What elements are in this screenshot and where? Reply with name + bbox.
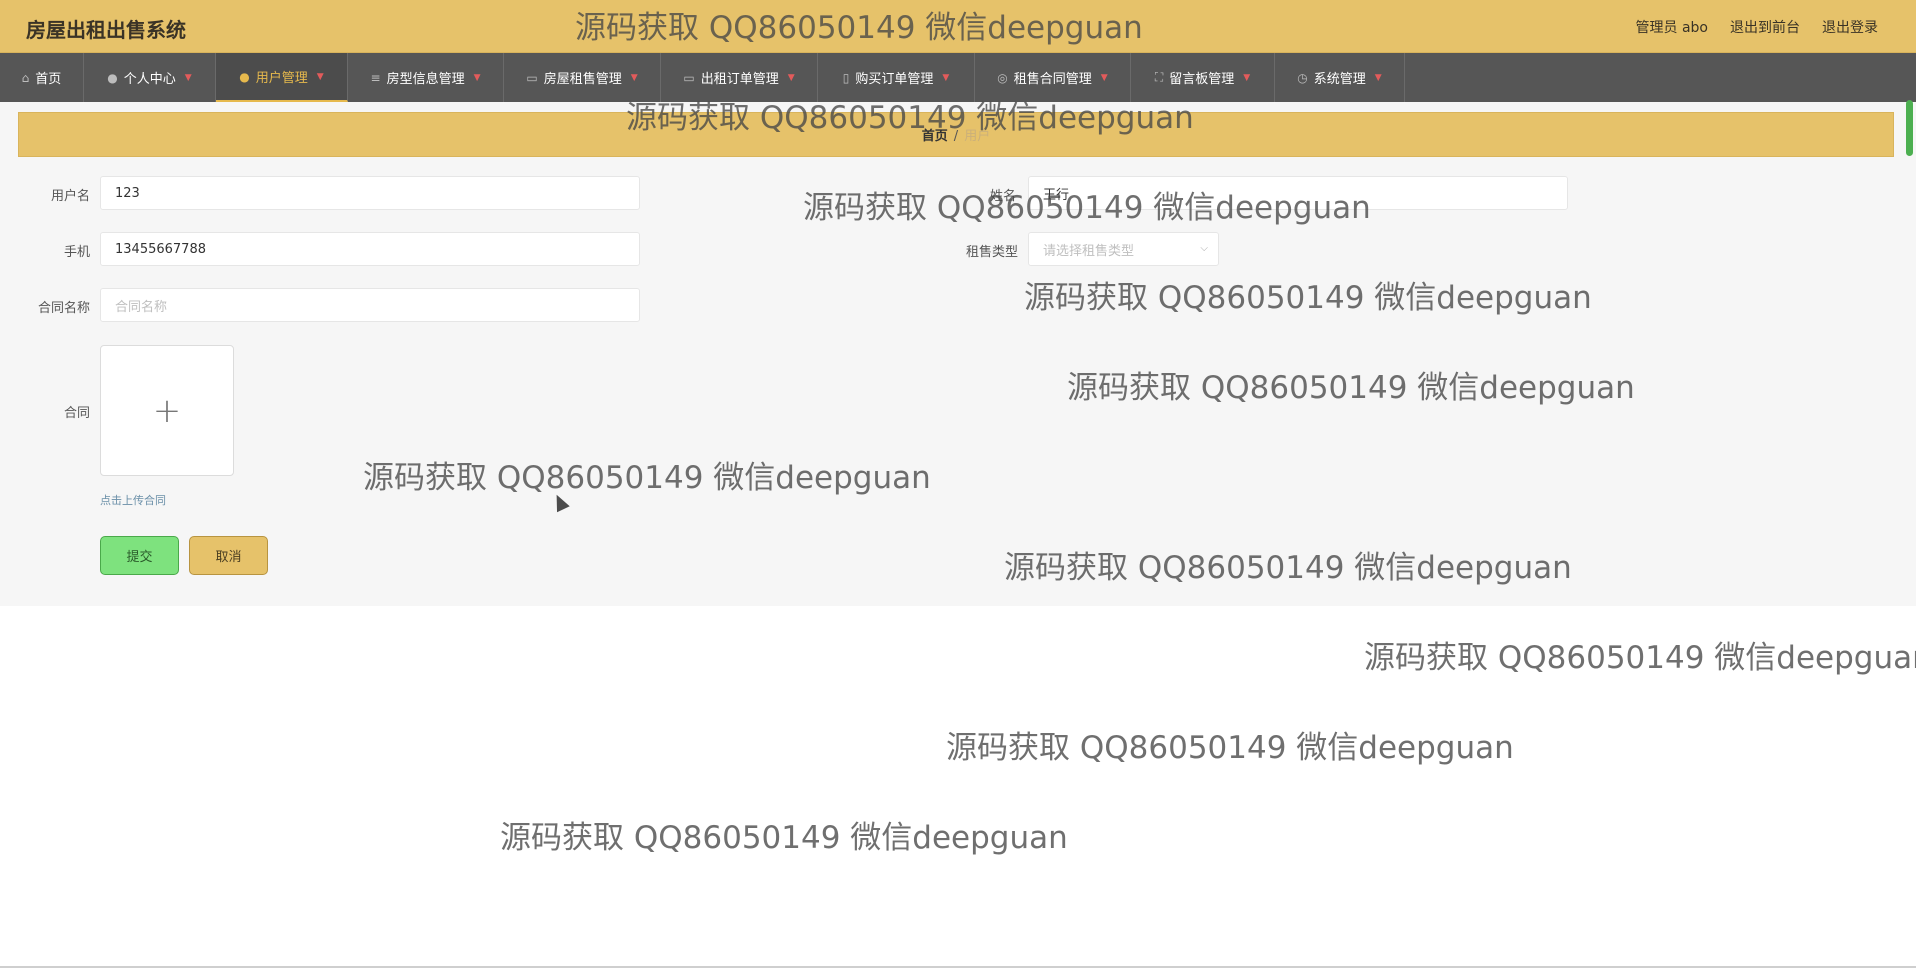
chevron-down-icon: ▼ <box>1243 72 1251 83</box>
chevron-down-icon: ▼ <box>1374 72 1382 83</box>
app-title: 房屋出租出售系统 <box>26 18 186 42</box>
user-icon: ● <box>239 69 250 84</box>
chevron-down-icon: ▼ <box>473 72 481 83</box>
chevron-down-icon: ▼ <box>787 72 795 83</box>
chevron-down-icon: ▼ <box>316 71 324 82</box>
nav-label: 房屋租售管理 <box>543 72 622 87</box>
nav-item-home[interactable]: ⌂ 首页 <box>0 53 84 102</box>
nav-label: 购买订单管理 <box>855 72 934 87</box>
fullscreen-icon: ⛶ <box>1154 70 1164 84</box>
name-input[interactable]: 王行 <box>1028 176 1568 210</box>
nav-item-contracts[interactable]: ◎ 租售合同管理 ▼ <box>975 53 1131 102</box>
name-label: 姓名 <box>989 189 1016 204</box>
rent-type-select[interactable]: 请选择租售类型 ⌵ <box>1028 232 1219 266</box>
top-header: 房屋出租出售系统 管理员 abo 退出到前台 退出登录 <box>0 0 1916 53</box>
home-icon: ⌂ <box>21 70 30 85</box>
scrollbar-thumb[interactable] <box>1906 100 1913 156</box>
chevron-down-icon: ▼ <box>942 72 950 83</box>
logout-link[interactable]: 退出登录 <box>1822 17 1878 37</box>
nav-label: 个人中心 <box>123 72 176 87</box>
nav-label: 出租订单管理 <box>700 72 779 87</box>
username-input[interactable]: 123 <box>100 176 640 210</box>
watermark: 源码获取 QQ86050149 微信deepguan <box>1364 640 1916 676</box>
main-nav: ⌂ 首页 ● 个人中心 ▼ ● 用户管理 ▼ ≡ 房型信息管理 ▼ ▭ 房屋租售… <box>0 53 1916 102</box>
rent-type-label: 租售类型 <box>965 245 1018 260</box>
nav-label: 用户管理 <box>255 71 308 86</box>
nav-label: 留言板管理 <box>1169 72 1235 87</box>
clock-icon: ◷ <box>1297 70 1308 85</box>
breadcrumb-separator: / <box>953 129 959 144</box>
nav-label: 租售合同管理 <box>1013 72 1092 87</box>
message-icon: ▭ <box>683 70 695 85</box>
chevron-down-icon: ▼ <box>1100 72 1108 83</box>
to-front-link[interactable]: 退出到前台 <box>1730 17 1800 37</box>
divider <box>0 966 1916 968</box>
contract-label: 合同 <box>63 406 90 421</box>
chevron-down-icon: ▼ <box>630 72 638 83</box>
nav-item-purchase-orders[interactable]: ▯ 购买订单管理 ▼ <box>818 53 975 102</box>
chevron-down-icon: ▼ <box>184 72 192 83</box>
nav-item-house-rent-sale[interactable]: ▭ 房屋租售管理 ▼ <box>504 53 661 102</box>
nav-item-rent-orders[interactable]: ▭ 出租订单管理 ▼ <box>661 53 818 102</box>
nav-item-message-board[interactable]: ⛶ 留言板管理 ▼ <box>1131 53 1275 102</box>
nav-label: 首页 <box>35 72 62 87</box>
breadcrumb: 首页 / 用户 <box>18 112 1894 157</box>
phone-label: 手机 <box>63 245 90 260</box>
list-icon: ≡ <box>370 70 381 85</box>
upload-tip: 点击上传合同 <box>100 494 166 507</box>
contract-name-input[interactable]: 合同名称 <box>100 288 640 322</box>
nav-label: 系统管理 <box>1313 72 1366 87</box>
nav-item-system[interactable]: ◷ 系统管理 ▼ <box>1275 53 1405 102</box>
compass-icon: ◎ <box>997 70 1008 85</box>
chevron-down-icon: ⌵ <box>1200 243 1208 254</box>
user-icon: ● <box>107 70 118 85</box>
rent-type-placeholder: 请选择租售类型 <box>1043 243 1135 259</box>
breadcrumb-current: 用户 <box>964 129 991 144</box>
username-label: 用户名 <box>50 189 90 204</box>
contract-upload[interactable]: + <box>100 345 234 476</box>
nav-item-user-management[interactable]: ● 用户管理 ▼ <box>216 53 348 102</box>
admin-label: 管理员 abo <box>1635 20 1708 36</box>
contract-name-label: 合同名称 <box>37 301 90 316</box>
mic-icon: ▯ <box>842 70 850 85</box>
phone-input[interactable]: 13455667788 <box>100 232 640 266</box>
chat-icon: ▭ <box>526 70 538 85</box>
submit-button[interactable]: 提交 <box>100 536 179 575</box>
cancel-button[interactable]: 取消 <box>189 536 268 575</box>
watermark: 源码获取 QQ86050149 微信deepguan <box>946 730 1514 766</box>
plus-icon: + <box>152 390 182 431</box>
breadcrumb-home[interactable]: 首页 <box>922 125 948 144</box>
watermark: 源码获取 QQ86050149 微信deepguan <box>500 820 1068 856</box>
nav-item-personal-center[interactable]: ● 个人中心 ▼ <box>84 53 216 102</box>
top-links: 管理员 abo 退出到前台 退出登录 <box>1636 17 1878 37</box>
nav-label: 房型信息管理 <box>386 72 465 87</box>
nav-item-room-type[interactable]: ≡ 房型信息管理 ▼ <box>348 53 504 102</box>
